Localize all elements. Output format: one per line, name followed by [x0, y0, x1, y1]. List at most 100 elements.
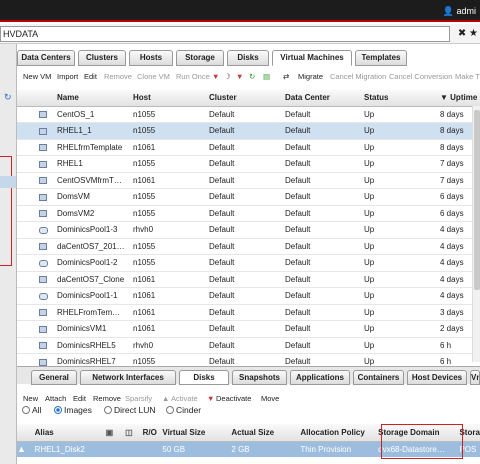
vm-row[interactable]: DominicsPool1-2 n1055 Default Default Up 4 da… [17, 254, 480, 272]
tab-virtual-machines[interactable]: Virtual Machines [272, 50, 352, 66]
console-icon[interactable]: ▤ [263, 72, 270, 81]
vm-row[interactable]: DominicsRHEL5 rhvh0 Default Default Up 6 h [17, 337, 480, 354]
col-actual-size[interactable]: Actual Size [231, 424, 301, 442]
tree-selected-node[interactable] [0, 176, 16, 188]
col-uptime[interactable]: ▼ Uptime [440, 90, 480, 107]
cancel-conversion-button[interactable]: Cancel Conversion [389, 72, 452, 81]
vm-row[interactable]: RHELfrmTemplate n1061 Default Default Up 8 da… [17, 139, 480, 156]
radio-images-circle[interactable] [54, 406, 62, 414]
vm-row[interactable]: daCentOS7_Clone n1061 Default Default Up 4 da… [17, 271, 480, 288]
tab-disks[interactable]: Disks [227, 50, 269, 66]
make-template-button[interactable]: Make T [455, 72, 480, 81]
col-name[interactable]: Name [57, 90, 133, 107]
bookmark-star-icon[interactable]: ★ [469, 28, 478, 39]
vm-row[interactable]: DomsVM2 n1055 Default Default Up 6 days [17, 205, 480, 222]
disk-move-button[interactable]: Move [261, 394, 279, 403]
vm-row[interactable]: DominicsVM1 n1061 Default Default Up 2 days [17, 320, 480, 338]
run-once-button[interactable]: Run Once [176, 72, 210, 81]
vm-row[interactable]: CentOSVMfrmT… n1061 Default Default Up 7 days [17, 172, 480, 189]
radio-all[interactable]: All [22, 405, 41, 415]
tab-network-interfaces[interactable]: Network Interfaces [80, 370, 176, 385]
vm-row[interactable]: CentOS_1 n1055 Default Default Up 8 days [17, 106, 480, 123]
col-host[interactable]: Host [133, 90, 209, 107]
vm-table-scrollbar[interactable] [472, 106, 480, 362]
refresh-icon[interactable]: ↻ [4, 92, 12, 103]
tab-vm-devices[interactable]: Vm Devi [470, 370, 480, 385]
vm-host: n1055 [133, 188, 209, 206]
vm-status-label: Up [364, 340, 375, 350]
tab-snapshots[interactable]: Snapshots [232, 370, 287, 385]
col-cluster[interactable]: Cluster [209, 90, 285, 107]
vm-status: Up [364, 271, 440, 288]
migrate-button[interactable]: Migrate [298, 72, 323, 81]
tab-general[interactable]: General [31, 370, 77, 385]
stop-icon[interactable]: ▼ [236, 72, 243, 81]
col-status[interactable]: Status [364, 90, 440, 107]
top-header-bar: 👤 admi [0, 0, 480, 22]
vm-name: DominicsPool1-2 [57, 254, 133, 272]
reboot-icon[interactable]: ↻ [249, 72, 255, 81]
radio-cinder[interactable]: Cinder [166, 405, 201, 415]
disk-remove-button[interactable]: Remove [93, 394, 121, 403]
vm-row[interactable]: RHEL1 n1055 Default Default Up 7 days [17, 155, 480, 173]
suspend-moon-icon[interactable]: ☽ [224, 72, 231, 81]
import-button[interactable]: Import [57, 72, 78, 81]
tab-hosts[interactable]: Hosts [129, 50, 173, 66]
radio-cinder-circle[interactable] [166, 406, 174, 414]
disk-virtual-size: 50 GB [162, 441, 232, 457]
clear-search-icon[interactable]: ✖ [458, 28, 466, 39]
vm-status: Up [364, 155, 440, 173]
tab-clusters[interactable]: Clusters [78, 50, 126, 66]
vm-type-cell [39, 271, 57, 288]
vm-row-spacer [17, 155, 39, 173]
vm-row[interactable]: DominicsPool1-1 n1061 Default Default Up 4 da… [17, 287, 480, 305]
vm-name: CentOS_1 [57, 106, 133, 123]
vm-row[interactable]: RHELFromTem… n1061 Default Default Up 3 days [17, 304, 480, 321]
vm-host: n1061 [133, 271, 209, 288]
disk-deactivate-button[interactable]: Deactivate [216, 394, 251, 403]
tab-applications[interactable]: Applications [290, 370, 350, 385]
radio-all-circle[interactable] [22, 406, 30, 414]
tab-host-devices[interactable]: Host Devices [407, 370, 467, 385]
vm-name: DominicsRHEL5 [57, 337, 133, 354]
col-data-center[interactable]: Data Center [285, 90, 364, 107]
disk-activate-button[interactable]: Activate [171, 394, 198, 403]
vm-cluster: Default [209, 172, 285, 189]
remove-button[interactable]: Remove [104, 72, 132, 81]
user-menu[interactable]: 👤 admi [443, 6, 476, 17]
search-input[interactable]: HVDATA [0, 26, 450, 42]
vm-status-label: Up [364, 175, 375, 185]
disk-edit-button[interactable]: Edit [73, 394, 86, 403]
vm-icon [39, 160, 47, 168]
triangle-icon[interactable]: ▼ [212, 72, 219, 81]
tab-templates[interactable]: Templates [355, 50, 407, 66]
disk-actual-size: 2 GB [231, 441, 301, 457]
tab-data-centers[interactable]: Data Centers [17, 50, 75, 66]
radio-images[interactable]: Images [54, 405, 92, 415]
header-icon-col [39, 90, 57, 107]
scrollbar-thumb[interactable] [474, 110, 480, 290]
disk-new-button[interactable]: New [23, 394, 38, 403]
radio-direct-lun-circle[interactable] [104, 406, 112, 414]
cancel-migration-button[interactable]: Cancel Migration [330, 72, 386, 81]
vm-cluster: Default [209, 155, 285, 173]
tab-storage[interactable]: Storage [176, 50, 224, 66]
new-vm-button[interactable]: New VM [23, 72, 51, 81]
tab-containers[interactable]: Containers [353, 370, 404, 385]
vm-row[interactable]: DominicsPool1-3 rhvh0 Default Default Up 4 da… [17, 221, 480, 239]
tab-disks-detail[interactable]: Disks [179, 370, 229, 385]
disk-attach-button[interactable]: Attach [45, 394, 66, 403]
vm-row[interactable]: DomsVM n1055 Default Default Up 6 days [17, 188, 480, 206]
radio-direct-lun[interactable]: Direct LUN [104, 405, 156, 415]
col-virtual-size[interactable]: Virtual Size [162, 424, 232, 442]
col-alias[interactable]: Alias [34, 424, 106, 442]
vm-status-label: Up [364, 109, 375, 119]
vm-row[interactable]: RHEL1_1 n1055 Default Default Up 8 days [17, 122, 480, 140]
col-allocation-policy[interactable]: Allocation Policy [300, 424, 379, 442]
edit-button[interactable]: Edit [84, 72, 97, 81]
clone-vm-button[interactable]: Clone VM [137, 72, 170, 81]
vm-row[interactable]: daCentOS7_201… n1055 Default Default Up 4 day… [17, 238, 480, 255]
disk-sparsify-button[interactable]: Sparsify [125, 394, 152, 403]
col-read-only[interactable]: R/O [142, 424, 163, 442]
col-uptime-label: Uptime [450, 93, 478, 103]
